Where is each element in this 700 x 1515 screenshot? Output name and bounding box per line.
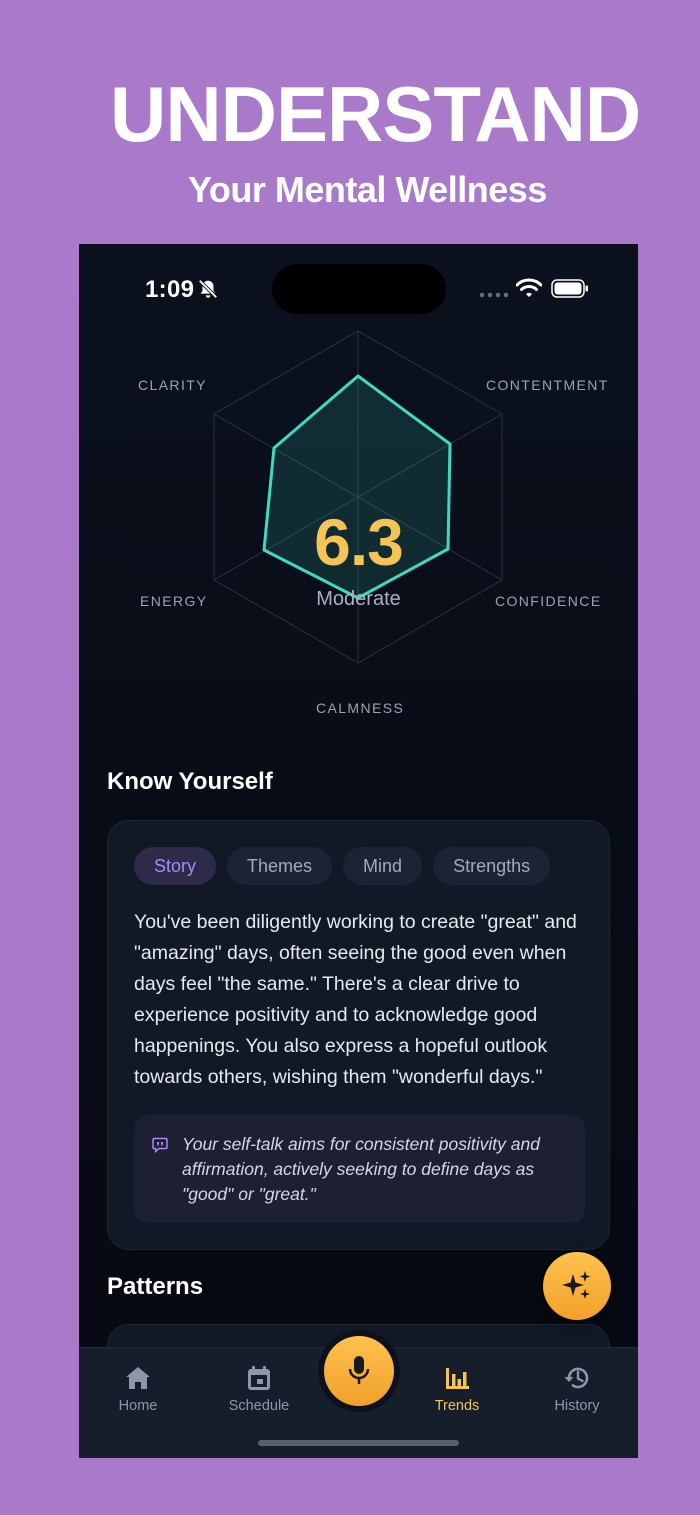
nav-history-label: History bbox=[554, 1398, 600, 1414]
know-yourself-card: Story Themes Mind Strengths You've been … bbox=[107, 820, 610, 1250]
nav-home-label: Home bbox=[118, 1398, 158, 1414]
signal-icon bbox=[479, 292, 509, 298]
radar-label-contentment: CONTENTMENT bbox=[486, 377, 609, 393]
tab-mind[interactable]: Mind bbox=[343, 847, 423, 885]
nav-trends[interactable]: Trends bbox=[407, 1364, 507, 1414]
insight-quote: Your self-talk aims for consistent posit… bbox=[134, 1115, 585, 1223]
home-indicator[interactable] bbox=[258, 1440, 459, 1446]
sparkles-icon bbox=[562, 1271, 591, 1299]
phone-screen: 1:09 CLARITY CONTENTMENT ENERGY CONFIDEN… bbox=[79, 244, 638, 1458]
wellness-radar-chart: CLARITY CONTENTMENT ENERGY CONFIDENCE CA… bbox=[79, 304, 638, 724]
home-icon bbox=[126, 1367, 150, 1389]
radar-label-clarity: CLARITY bbox=[138, 377, 207, 393]
tab-strengths[interactable]: Strengths bbox=[433, 847, 551, 885]
wellness-score: 6.3 bbox=[314, 505, 404, 579]
tab-themes[interactable]: Themes bbox=[227, 847, 333, 885]
tab-story[interactable]: Story bbox=[134, 847, 217, 885]
wellness-rating: Moderate bbox=[316, 588, 401, 610]
insight-tabs: Story Themes Mind Strengths bbox=[134, 847, 551, 885]
quote-text: Your self-talk aims for consistent posit… bbox=[182, 1134, 540, 1204]
nav-trends-label: Trends bbox=[434, 1398, 480, 1414]
story-text: You've been diligently working to create… bbox=[134, 911, 577, 1088]
history-icon bbox=[564, 1367, 589, 1389]
battery-icon bbox=[551, 279, 588, 298]
nav-history[interactable]: History bbox=[527, 1364, 627, 1414]
promo-headline: UNDERSTAND bbox=[110, 70, 641, 158]
microphone-icon bbox=[348, 1356, 370, 1384]
nav-home[interactable]: Home bbox=[88, 1364, 188, 1414]
bar-chart-icon bbox=[446, 1368, 469, 1389]
know-yourself-title: Know Yourself bbox=[107, 768, 273, 795]
nav-schedule-label: Schedule bbox=[228, 1398, 290, 1414]
bottom-tab-bar: Home Schedule Trends History bbox=[79, 1336, 638, 1458]
nav-schedule[interactable]: Schedule bbox=[209, 1364, 309, 1414]
record-voice-button[interactable] bbox=[324, 1336, 394, 1406]
promo-subline: Your Mental Wellness bbox=[188, 169, 547, 210]
bell-off-icon bbox=[198, 279, 218, 299]
radar-label-calmness: CALMNESS bbox=[316, 700, 405, 716]
patterns-title: Patterns bbox=[107, 1273, 204, 1300]
status-time: 1:09 bbox=[145, 276, 195, 303]
calendar-icon bbox=[248, 1366, 270, 1390]
ai-insight-button[interactable] bbox=[543, 1252, 611, 1320]
quote-bubble-icon bbox=[152, 1137, 168, 1153]
wifi-icon bbox=[516, 278, 542, 297]
